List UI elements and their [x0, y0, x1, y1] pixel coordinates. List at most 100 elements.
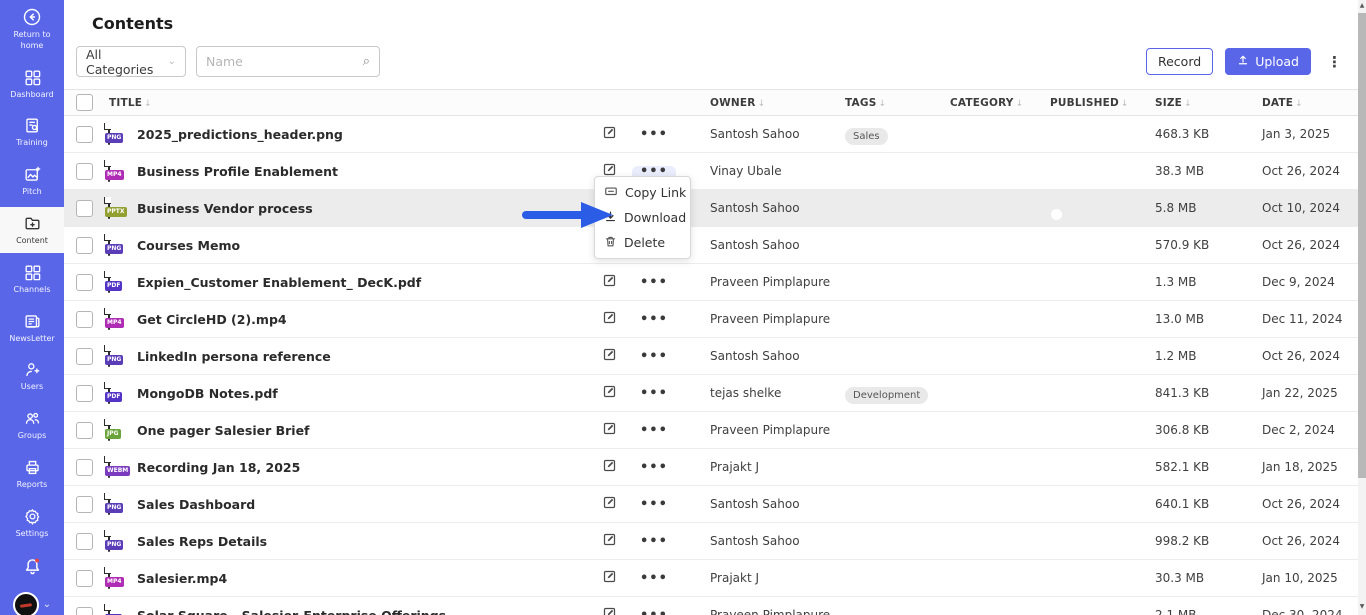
table-row[interactable]: PNG Sales Dashboard ••• Santosh Sahoo 64… — [64, 486, 1358, 523]
column-header-owner[interactable]: OWNER ↓ — [710, 97, 845, 109]
more-options-icon[interactable]: ••• — [632, 313, 676, 330]
row-checkbox[interactable] — [76, 125, 93, 143]
table-row[interactable]: MP4 Salesier.mp4 ••• Prajakt J 30.3 MB J… — [64, 560, 1358, 597]
table-row[interactable]: PNG Courses Memo ••• Santosh Sahoo 570.9… — [64, 227, 1358, 264]
sidebar-item-users[interactable]: Users — [0, 353, 64, 399]
file-title[interactable]: Recording Jan 18, 2025 — [137, 460, 602, 475]
file-title[interactable]: Business Profile Enablement — [137, 164, 602, 179]
file-title[interactable]: 2025_predictions_header.png — [137, 127, 602, 142]
table-row[interactable]: MP4 Business Profile Enablement ••• Vina… — [64, 153, 1358, 190]
record-button[interactable]: Record — [1145, 48, 1214, 75]
menu-item-download[interactable]: Download — [595, 205, 690, 230]
table-row[interactable]: PNG LinkedIn persona reference ••• Santo… — [64, 338, 1358, 375]
row-checkbox[interactable] — [76, 569, 93, 587]
edit-icon[interactable] — [602, 495, 632, 514]
more-options-icon[interactable]: ••• — [632, 572, 676, 589]
column-header-published[interactable]: PUBLISHED ↓ — [1050, 97, 1155, 109]
search-input[interactable] — [206, 54, 346, 69]
sidebar-item-groups[interactable]: Groups — [0, 402, 64, 448]
column-header-size[interactable]: SIZE ↓ — [1155, 97, 1262, 109]
row-checkbox[interactable] — [76, 458, 93, 476]
edit-icon[interactable] — [602, 384, 632, 403]
table-row[interactable]: MP4 Get CircleHD (2).mp4 ••• Praveen Pim… — [64, 301, 1358, 338]
edit-icon[interactable] — [602, 421, 632, 440]
category-filter-dropdown[interactable]: All Categories ⌄ — [76, 46, 186, 77]
table-row[interactable]: WEBM Recording Jan 18, 2025 ••• Prajakt … — [64, 449, 1358, 486]
more-options-icon[interactable]: ••• — [632, 387, 676, 404]
sidebar-item-return-to-home[interactable]: Return to home — [0, 0, 64, 58]
sidebar-item-pitch[interactable]: Pitch — [0, 158, 64, 204]
menu-item-copy-link[interactable]: Copy Link — [595, 180, 690, 205]
vertical-dots-icon[interactable]: ⋮ — [1323, 53, 1346, 71]
edit-icon[interactable] — [602, 347, 632, 366]
row-checkbox[interactable] — [76, 532, 93, 550]
menu-item-delete[interactable]: Delete — [595, 230, 690, 255]
user-menu[interactable]: ⌄ — [0, 586, 64, 615]
edit-icon[interactable] — [602, 310, 632, 329]
more-options-icon[interactable]: ••• — [632, 498, 676, 515]
more-options-icon[interactable]: ••• — [632, 535, 676, 552]
sidebar-item-dashboard[interactable]: Dashboard — [0, 61, 64, 107]
select-all-checkbox[interactable] — [76, 94, 93, 111]
row-checkbox[interactable] — [76, 606, 93, 615]
file-title[interactable]: Sales Dashboard — [137, 497, 602, 512]
table-row[interactable]: JPG One pager Salesier Brief ••• Praveen… — [64, 412, 1358, 449]
table-row[interactable]: PPTX Business Vendor process ••• Santosh… — [64, 190, 1358, 227]
edit-icon[interactable] — [602, 458, 632, 477]
table-row[interactable]: PDF Expien_Customer Enablement_ DecK.pdf… — [64, 264, 1358, 301]
row-checkbox[interactable] — [76, 310, 93, 328]
file-title[interactable]: One pager Salesier Brief — [137, 423, 602, 438]
table-header: TITLE ↓ OWNER ↓ TAGS ↓ CATEGORY ↓ PUBLISHED ↓… — [64, 89, 1358, 116]
user-avatar[interactable] — [12, 591, 39, 615]
row-checkbox[interactable] — [76, 273, 93, 291]
file-title[interactable]: Solar Square - Salesier-Enterprise Offer… — [137, 608, 602, 615]
row-checkbox[interactable] — [76, 236, 93, 254]
column-header-category[interactable]: CATEGORY ↓ — [950, 97, 1050, 109]
vertical-scrollbar[interactable]: ▲ ▼ — [1358, 0, 1366, 615]
scroll-up-arrow[interactable]: ▲ — [1358, 1, 1366, 11]
row-checkbox[interactable] — [76, 495, 93, 513]
file-title[interactable]: Expien_Customer Enablement_ DecK.pdf — [137, 275, 602, 290]
edit-icon[interactable] — [602, 606, 632, 615]
table-row[interactable]: PDF MongoDB Notes.pdf ••• tejas shelke D… — [64, 375, 1358, 412]
sidebar-item-channels[interactable]: Channels — [0, 256, 64, 302]
column-header-title[interactable]: TITLE ↓ — [108, 97, 710, 109]
row-checkbox[interactable] — [76, 384, 93, 402]
more-options-icon[interactable]: ••• — [632, 609, 676, 615]
file-title[interactable]: Salesier.mp4 — [137, 571, 602, 586]
sidebar-item-content[interactable]: Content — [0, 206, 64, 253]
file-title[interactable]: LinkedIn persona reference — [137, 349, 602, 364]
column-header-date[interactable]: DATE ↓ — [1262, 97, 1358, 109]
row-checkbox[interactable] — [76, 199, 93, 217]
sidebar-item-reports[interactable]: Reports — [0, 451, 64, 497]
search-box[interactable]: ⌕ — [196, 46, 380, 77]
upload-button[interactable]: Upload — [1225, 48, 1311, 75]
table-row[interactable]: PNG 2025_predictions_header.png ••• Sant… — [64, 116, 1358, 153]
edit-icon[interactable] — [602, 273, 632, 292]
more-options-icon[interactable]: ••• — [632, 276, 676, 293]
row-checkbox[interactable] — [76, 162, 93, 180]
edit-icon[interactable] — [602, 125, 632, 144]
edit-icon[interactable] — [602, 532, 632, 551]
more-options-icon[interactable]: ••• — [632, 424, 676, 441]
more-options-icon[interactable]: ••• — [632, 350, 676, 367]
sidebar-item-training[interactable]: Training — [0, 109, 64, 155]
scroll-down-arrow[interactable]: ▼ — [1358, 602, 1366, 612]
file-title[interactable]: MongoDB Notes.pdf — [137, 386, 602, 401]
file-title[interactable]: Courses Memo — [137, 238, 602, 253]
file-title[interactable]: Business Vendor process — [137, 201, 602, 216]
more-options-icon[interactable]: ••• — [632, 128, 676, 145]
scrollbar-thumb[interactable] — [1358, 13, 1366, 478]
more-options-icon[interactable]: ••• — [632, 461, 676, 478]
row-checkbox[interactable] — [76, 347, 93, 365]
sidebar-item-settings[interactable]: Settings — [0, 500, 64, 546]
file-title[interactable]: Sales Reps Details — [137, 534, 602, 549]
edit-icon[interactable] — [602, 569, 632, 588]
table-row[interactable]: PDF Solar Square - Salesier-Enterprise O… — [64, 597, 1358, 615]
row-checkbox[interactable] — [76, 421, 93, 439]
file-title[interactable]: Get CircleHD (2).mp4 — [137, 312, 602, 327]
table-row[interactable]: PNG Sales Reps Details ••• Santosh Sahoo… — [64, 523, 1358, 560]
sidebar-item-newsletter[interactable]: NewsLetter — [0, 305, 64, 351]
sidebar-item-notifications[interactable] — [0, 549, 64, 583]
column-header-tags[interactable]: TAGS ↓ — [845, 97, 950, 109]
